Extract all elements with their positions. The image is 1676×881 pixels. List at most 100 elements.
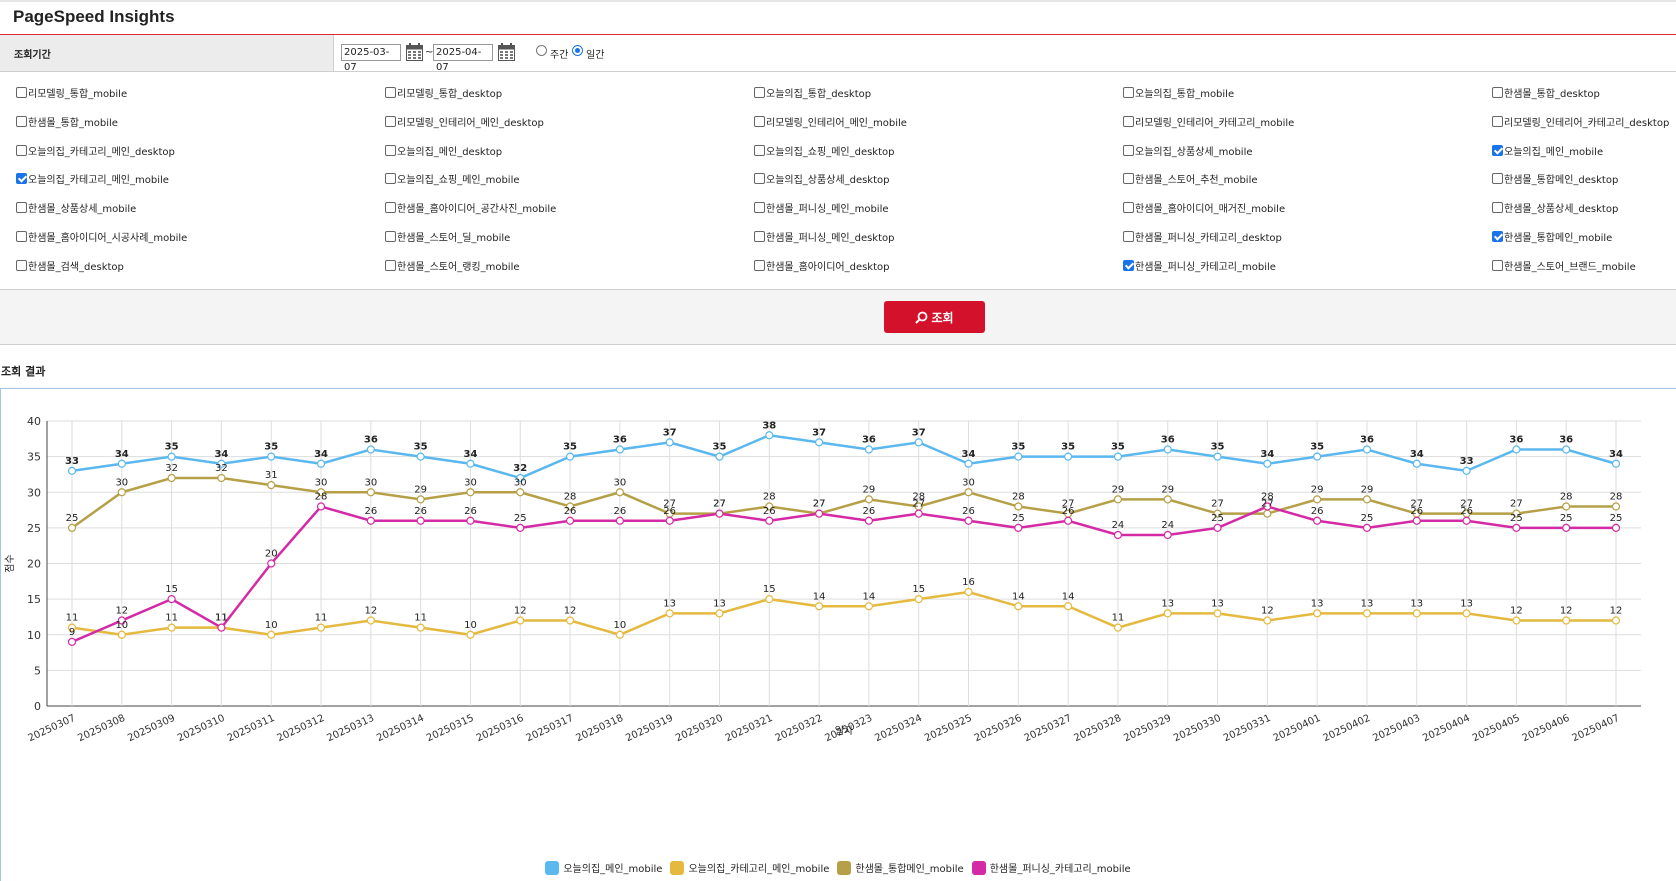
page-checkbox[interactable]: [1123, 115, 1134, 127]
page-checkbox[interactable]: [1123, 144, 1134, 156]
weekly-radio[interactable]: [536, 45, 547, 56]
data-label: 12: [1261, 606, 1274, 617]
page-checkbox[interactable]: [16, 230, 27, 242]
page-checkbox[interactable]: [754, 259, 765, 271]
page-checkbox-item[interactable]: 한샘몰_스토어_브랜드_mobile: [1492, 258, 1636, 273]
page-checkbox[interactable]: [16, 259, 27, 271]
page-checkbox-item[interactable]: 한샘몰_퍼니싱_카테고리_desktop: [1123, 229, 1282, 244]
page-checkbox-item[interactable]: 한샘몰_통합_desktop: [1492, 85, 1600, 100]
page-checkbox-label: 한샘몰_검색_desktop: [28, 261, 124, 273]
page-checkbox-item[interactable]: 한샘몰_통합메인_desktop: [1492, 171, 1618, 186]
page-checkbox-item[interactable]: 리모델링_인테리어_카테고리_desktop: [1492, 114, 1669, 129]
page-checkbox[interactable]: [385, 201, 396, 213]
data-label: 28: [1610, 492, 1623, 503]
page-checkbox[interactable]: [385, 144, 396, 156]
legend-item[interactable]: 오늘의집_카테고리_메인_mobile: [670, 860, 829, 875]
page-checkbox-item[interactable]: 한샘몰_홈아이디어_시공사례_mobile: [16, 229, 187, 244]
page-checkbox-item[interactable]: 오늘의집_메인_mobile: [1492, 143, 1603, 158]
page-checkbox[interactable]: [1492, 115, 1503, 127]
page-checkbox[interactable]: [16, 144, 27, 156]
page-checkbox[interactable]: [385, 259, 396, 271]
series-line: [71, 505, 1616, 644]
data-label: 25: [1012, 513, 1025, 524]
data-label: 34: [214, 449, 228, 460]
daily-radio[interactable]: [572, 45, 583, 56]
legend-item[interactable]: 오늘의집_메인_mobile: [545, 860, 662, 875]
page-checkbox-item[interactable]: 리모델링_통합_mobile: [16, 85, 127, 100]
page-checkbox-item[interactable]: 오늘의집_통합_desktop: [754, 85, 871, 100]
page-checkbox-item[interactable]: 한샘몰_스토어_랭킹_mobile: [385, 258, 520, 273]
page-checkbox-label: 리모델링_인테리어_메인_desktop: [397, 117, 544, 129]
end-date-input[interactable]: 2025-04-07: [433, 44, 493, 73]
page-checkbox[interactable]: [16, 86, 27, 98]
page-checkbox-item[interactable]: 한샘몰_검색_desktop: [16, 258, 124, 273]
data-point: [565, 516, 575, 525]
page-checkbox[interactable]: [754, 172, 765, 184]
page-checkbox-item[interactable]: 한샘몰_스토어_딜_mobile: [385, 229, 510, 244]
page-checkbox[interactable]: [16, 201, 27, 213]
data-label: 10: [115, 620, 128, 631]
calendar-icon[interactable]: [406, 43, 423, 61]
data-label: 25: [1361, 513, 1374, 524]
page-checkbox[interactable]: [754, 230, 765, 242]
page-checkbox-item[interactable]: 한샘몰_퍼니싱_메인_desktop: [754, 229, 895, 244]
page-checkbox[interactable]: [754, 86, 765, 98]
page-checkbox-item[interactable]: 리모델링_인테리어_카테고리_mobile: [1123, 114, 1294, 129]
page-checkbox-item[interactable]: 한샘몰_퍼니싱_메인_mobile: [754, 200, 889, 215]
page-checkbox-item[interactable]: 오늘의집_쇼핑_메인_mobile: [385, 171, 520, 186]
page-checkbox-item[interactable]: 오늘의집_상품상세_desktop: [754, 171, 890, 186]
page-checkbox-item[interactable]: 한샘몰_통합_mobile: [16, 114, 118, 129]
page-checkbox-item[interactable]: 한샘몰_상품상세_desktop: [1492, 200, 1618, 215]
page-checkbox-item[interactable]: 오늘의집_쇼핑_메인_desktop: [754, 143, 895, 158]
page-checkbox[interactable]: [16, 115, 27, 127]
page-checkbox-item[interactable]: 한샘몰_홈아이디어_매거진_mobile: [1123, 200, 1285, 215]
page-checkbox[interactable]: [385, 172, 396, 184]
page-checkbox-item[interactable]: 한샘몰_홈아이디어_desktop: [754, 258, 890, 273]
page-checkbox-item[interactable]: 오늘의집_통합_mobile: [1123, 85, 1234, 100]
page-checkbox[interactable]: [1492, 144, 1503, 156]
data-label: 13: [1410, 598, 1423, 609]
page-checkbox-item[interactable]: 한샘몰_퍼니싱_카테고리_mobile: [1123, 258, 1276, 273]
page-checkbox-item[interactable]: 한샘몰_스토어_추천_mobile: [1123, 171, 1258, 186]
search-button[interactable]: 조회: [884, 301, 985, 333]
page-checkbox[interactable]: [754, 115, 765, 127]
page-checkbox[interactable]: [385, 115, 396, 127]
data-point: [1562, 523, 1571, 532]
page-checkbox[interactable]: [1123, 201, 1134, 213]
data-point: [1313, 495, 1322, 504]
page-checkbox[interactable]: [1492, 172, 1503, 184]
page-checkbox-item[interactable]: 한샘몰_홈아이디어_공간사진_mobile: [385, 200, 556, 215]
page-checkbox[interactable]: [1123, 259, 1134, 271]
page-checkbox-item[interactable]: 한샘몰_통합메인_mobile: [1492, 229, 1612, 244]
page-checkbox[interactable]: [1492, 201, 1503, 213]
data-label: 27: [813, 499, 826, 510]
legend-item[interactable]: 한샘몰_통합메인_mobile: [837, 860, 964, 875]
page-checkbox[interactable]: [1492, 86, 1503, 98]
page-checkbox-item[interactable]: 리모델링_통합_desktop: [385, 85, 502, 100]
page-checkbox-item[interactable]: 리모델링_인테리어_메인_desktop: [385, 114, 544, 129]
calendar-icon[interactable]: [498, 43, 515, 61]
page-checkbox-label: 오늘의집_메인_desktop: [397, 146, 503, 158]
page-checkbox-item[interactable]: 오늘의집_메인_desktop: [385, 143, 503, 158]
page-checkbox-item[interactable]: 리모델링_인테리어_메인_mobile: [754, 114, 907, 129]
x-tick-label: 20250321: [724, 713, 775, 744]
x-tick-label: 20250324: [873, 713, 924, 744]
page-checkbox-item[interactable]: 한샘몰_상품상세_mobile: [16, 200, 136, 215]
page-checkbox[interactable]: [1492, 230, 1503, 242]
page-checkbox-item[interactable]: 오늘의집_카테고리_메인_desktop: [16, 143, 175, 158]
page-checkbox[interactable]: [754, 144, 765, 156]
top-border: [0, 0, 1676, 2]
page-checkbox[interactable]: [1492, 259, 1503, 271]
page-checkbox[interactable]: [385, 86, 396, 98]
page-checkbox[interactable]: [16, 172, 27, 184]
page-checkbox[interactable]: [1123, 86, 1134, 98]
page-checkbox[interactable]: [754, 201, 765, 213]
page-checkbox[interactable]: [1123, 172, 1134, 184]
page-checkbox[interactable]: [1123, 230, 1134, 242]
page-checkbox-item[interactable]: 오늘의집_카테고리_메인_mobile: [16, 171, 169, 186]
start-date-input[interactable]: 2025-03-07: [341, 44, 401, 73]
page-checkbox[interactable]: [385, 230, 396, 242]
data-label: 34: [962, 449, 976, 460]
page-checkbox-item[interactable]: 오늘의집_상품상세_mobile: [1123, 143, 1253, 158]
legend-item[interactable]: 한샘몰_퍼니싱_카테고리_mobile: [971, 860, 1131, 875]
